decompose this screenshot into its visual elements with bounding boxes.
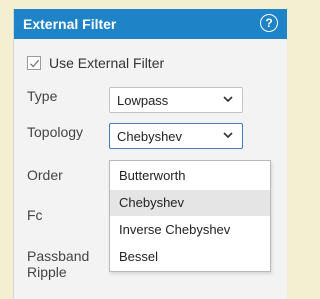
topology-option[interactable]: Butterworth xyxy=(110,163,270,189)
topology-option-selected[interactable]: Chebyshev xyxy=(110,190,270,216)
type-select[interactable]: Lowpass xyxy=(109,87,243,113)
topology-option[interactable]: Bessel xyxy=(110,244,270,270)
fc-label: Fc xyxy=(27,207,43,223)
type-select-value: Lowpass xyxy=(117,93,169,108)
passband-ripple-label-line1: Passband xyxy=(27,248,90,264)
panel-title: External Filter xyxy=(23,16,117,32)
topology-dropdown: Butterworth Chebyshev Inverse Chebyshev … xyxy=(109,160,271,272)
type-label: Type xyxy=(27,88,58,104)
order-label: Order xyxy=(27,167,63,183)
passband-ripple-label-line2: Ripple xyxy=(27,264,67,280)
chevron-down-icon xyxy=(223,96,233,103)
use-external-filter-label: Use External Filter xyxy=(49,55,165,71)
checkmark-icon xyxy=(30,59,40,68)
topology-select-value: Chebyshev xyxy=(117,129,183,144)
topology-label: Topology xyxy=(27,124,84,140)
help-icon[interactable]: ? xyxy=(260,14,278,32)
topology-select[interactable]: Chebyshev xyxy=(109,123,243,149)
use-external-filter-checkbox[interactable] xyxy=(27,56,41,70)
topology-option[interactable]: Inverse Chebyshev xyxy=(110,217,270,243)
panel-header: External Filter ? xyxy=(14,9,287,39)
chevron-down-icon xyxy=(223,132,233,139)
